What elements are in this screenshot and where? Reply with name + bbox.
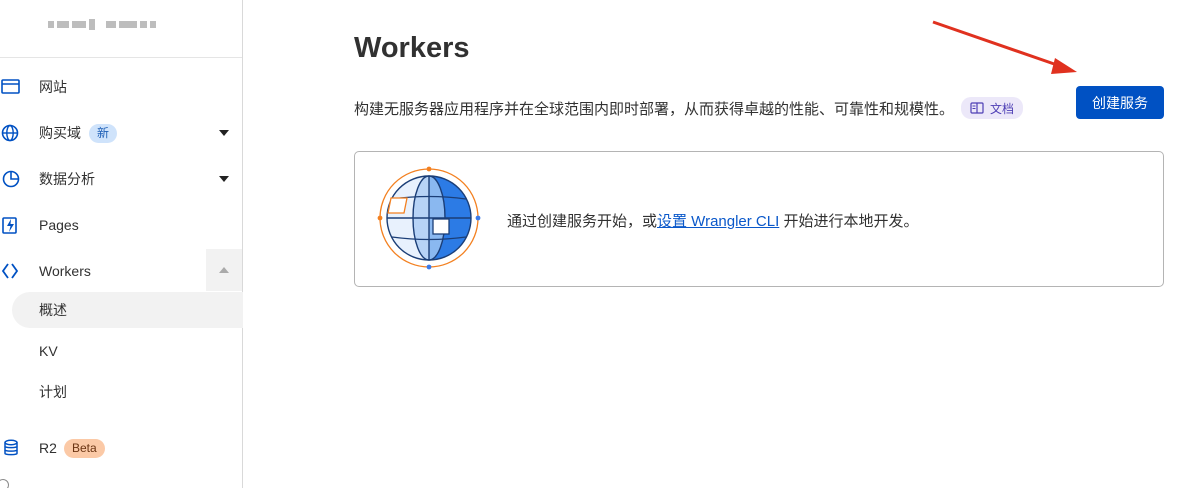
browser-window-icon xyxy=(0,75,23,99)
sidebar-item-r2[interactable]: R2 Beta xyxy=(0,428,242,468)
globe-icon xyxy=(0,121,23,145)
sidebar-item-label: 数据分析 xyxy=(39,171,95,187)
empty-state-message: 通过创建服务开始，或设置 Wrangler CLI 开始进行本地开发。 xyxy=(507,210,918,231)
page-description: 构建无服务器应用程序并在全球范围内即时部署，从而获得卓越的性能、可靠性和规模性。 xyxy=(354,100,955,118)
message-text-before: 通过创建服务开始，或 xyxy=(507,213,658,230)
sidebar-subitem-overview[interactable]: 概述 xyxy=(12,292,243,328)
collapse-toggle[interactable] xyxy=(206,249,242,291)
sidebar-item-label: Workers xyxy=(39,263,91,279)
sidebar-subitem-label: KV xyxy=(39,343,58,359)
sidebar-subitem-label: 计划 xyxy=(39,384,67,400)
sidebar-item-label: 网站 xyxy=(39,79,67,95)
next-item-icon xyxy=(0,479,9,488)
chevron-up-icon xyxy=(219,267,229,273)
page-description-row: 构建无服务器应用程序并在全球范围内即时部署，从而获得卓越的性能、可靠性和规模性。… xyxy=(354,97,1024,119)
sidebar-item-pages[interactable]: Pages xyxy=(0,205,242,245)
book-icon xyxy=(970,102,984,114)
sidebar-subitem-plans[interactable]: 计划 xyxy=(12,374,243,410)
main-content: Workers 构建无服务器应用程序并在全球范围内即时部署，从而获得卓越的性能、… xyxy=(243,0,1195,488)
empty-state-card: 通过创建服务开始，或设置 Wrangler CLI 开始进行本地开发。 xyxy=(354,151,1164,287)
account-name-redacted xyxy=(48,19,156,30)
sidebar-item-label: R2 xyxy=(39,440,57,456)
chevron-down-icon[interactable] xyxy=(219,176,229,182)
sidebar-subitem-label: 概述 xyxy=(39,302,67,318)
docs-link[interactable]: 文档 xyxy=(961,97,1024,119)
sidebar-item-label: 购买域 xyxy=(39,125,81,141)
beta-badge: Beta xyxy=(64,439,105,458)
page-title: Workers xyxy=(354,32,470,64)
account-switcher[interactable] xyxy=(0,0,242,58)
sidebar-item-websites[interactable]: 网站 xyxy=(0,67,242,107)
sidebar-item-domains[interactable]: 购买域 新 xyxy=(0,113,242,153)
sidebar-item-analytics[interactable]: 数据分析 xyxy=(0,159,242,199)
message-text-after: 开始进行本地开发。 xyxy=(779,213,919,230)
docs-label: 文档 xyxy=(990,101,1015,116)
wrangler-cli-link[interactable]: 设置 Wrangler CLI xyxy=(657,213,779,230)
sidebar-item-label: Pages xyxy=(39,217,79,233)
sidebar-item-workers[interactable]: Workers xyxy=(0,249,242,291)
chevron-down-icon[interactable] xyxy=(219,130,229,136)
analytics-pie-icon xyxy=(0,167,23,191)
sidebar-subitem-kv[interactable]: KV xyxy=(12,333,243,369)
globe-illustration-icon xyxy=(377,166,481,270)
workers-logo-icon xyxy=(0,259,23,283)
new-badge: 新 xyxy=(89,124,118,143)
pages-bolt-icon xyxy=(0,213,23,237)
sidebar: 网站 购买域 新 数据分析 Pages Workers 概述 KV 计划 R2 … xyxy=(0,0,243,488)
create-service-button[interactable]: 创建服务 xyxy=(1076,86,1164,119)
database-icon xyxy=(0,436,23,460)
